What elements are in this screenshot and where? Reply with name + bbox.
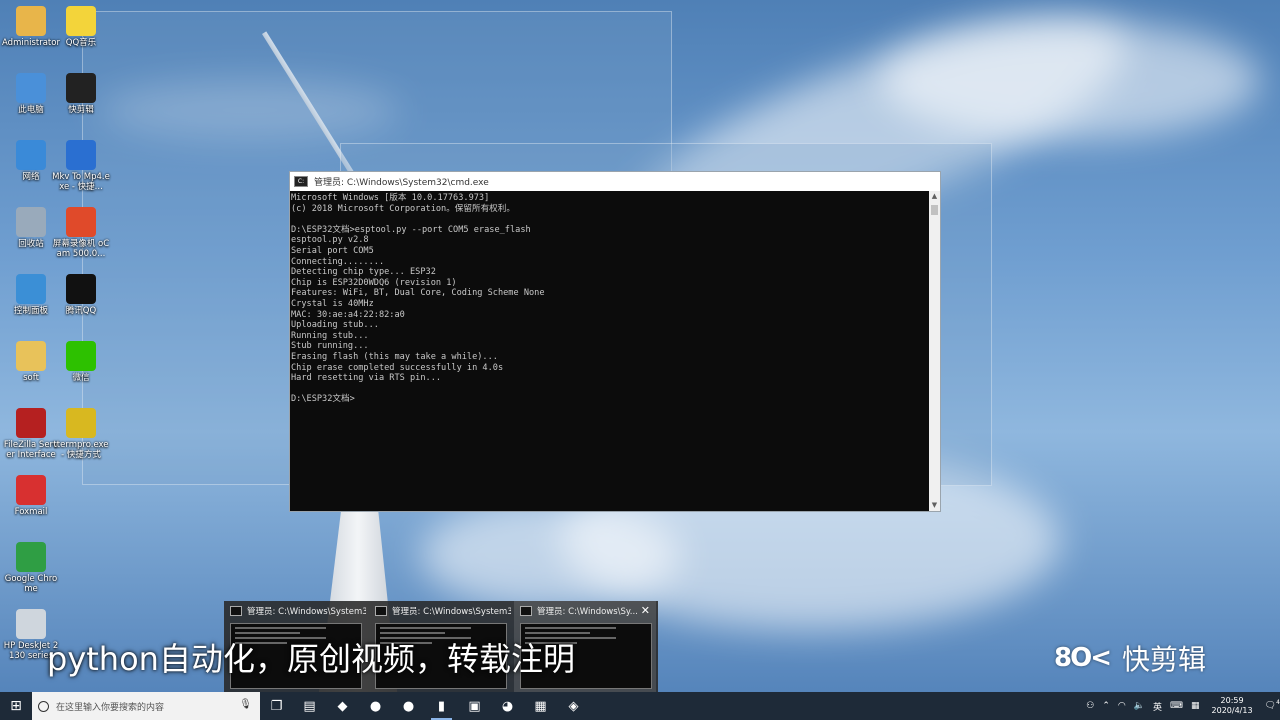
watermark-text: 快剪辑 <box>1121 643 1206 676</box>
search-icon <box>38 700 49 712</box>
teraterm-icon <box>66 408 96 438</box>
kuaijianji-icon <box>66 73 96 103</box>
search-placeholder: 在这里输入你要搜索的内容 <box>56 702 165 713</box>
app-window-icon[interactable]: ▣ <box>458 692 491 720</box>
video-subtitle: python自动化，原创视频，转载注明 <box>47 640 575 678</box>
desktop-icon[interactable]: Mkv To Mp4.exe - 快捷... <box>52 140 110 192</box>
filezilla-icon <box>16 408 46 438</box>
close-icon[interactable]: ✕ <box>641 604 650 617</box>
cmd-line: Crystal is 40MHz <box>291 298 374 309</box>
green-app-icon[interactable]: ● <box>392 692 425 720</box>
microphone-icon[interactable]: 🎙 <box>239 699 252 710</box>
desktop-icon[interactable]: QQ音乐 <box>52 6 110 48</box>
cmd-icon <box>230 606 242 616</box>
cmd-title-bar[interactable]: C: 管理员: C:\Windows\System32\cmd.exe <box>290 172 940 191</box>
user-folder-icon <box>16 6 46 36</box>
desktop-icon[interactable]: 屏幕录像机 oCam 500.0... <box>52 207 110 259</box>
cmd-line: Serial port COM5 <box>291 245 374 256</box>
desktop-icon-label: Foxmail <box>14 507 48 517</box>
red-app-icon[interactable]: ▦ <box>524 692 557 720</box>
notification-icon[interactable]: 🗨 4 <box>1265 699 1280 711</box>
video-converter-icon <box>66 140 96 170</box>
wechat-icon <box>66 341 96 371</box>
cmd-line: Chip is ESP32D0WDQ6 (revision 1) <box>291 277 457 288</box>
cmd-line: Chip erase completed successfully in 4.0… <box>291 362 504 373</box>
desktop-icon[interactable]: Foxmail <box>2 475 60 517</box>
task-view-icon[interactable]: ❐ <box>260 692 293 720</box>
desktop-icon[interactable]: ttermpro.exe - 快捷方式 <box>52 408 110 460</box>
desktop-icon-label: 微信 <box>72 373 90 383</box>
taskbar-apps: ❐ ▤ ◆ ● ● ▮ ▣ ◕ ▦ ◈ <box>260 692 590 720</box>
cmd-line: Erasing flash (this may take a while)... <box>291 351 498 362</box>
chrome-icon <box>16 542 46 572</box>
folder-icon <box>16 341 46 371</box>
cmd-line: D:\ESP32文档>esptool.py --port COM5 erase_… <box>291 224 531 235</box>
cmd-line <box>291 214 928 225</box>
desktop-icon-label: Google Chrome <box>4 574 58 594</box>
calendar-icon[interactable]: ▦ <box>1191 701 1200 711</box>
kuaijianji-logo-icon: 8O< <box>1054 643 1112 673</box>
cmd-line: (c) 2018 Microsoft Corporation。保留所有权利。 <box>291 203 515 214</box>
recycle-bin-icon <box>16 207 46 237</box>
cmd-icon[interactable]: ▮ <box>425 692 458 720</box>
tray-chevron-icon[interactable]: ⌃ <box>1102 701 1110 711</box>
cmd-line: Microsoft Windows [版本 10.0.17763.973] <box>291 193 490 203</box>
cmd-icon: C: <box>294 176 308 187</box>
scroll-up-icon[interactable]: ▲ <box>929 191 940 202</box>
cmd-line: Uploading stub... <box>291 320 379 331</box>
desktop-icon[interactable]: 微信 <box>52 341 110 383</box>
cmd-line: MAC: 30:ae:a4:22:82:a0 <box>291 309 405 320</box>
chrome-icon[interactable]: ● <box>359 692 392 720</box>
app-blue-icon[interactable]: ◆ <box>326 692 359 720</box>
windows-start-icon[interactable]: ⊞ <box>0 692 32 720</box>
desktop-icon-label: 快剪辑 <box>68 105 94 115</box>
wechat-icon[interactable]: ◕ <box>491 692 524 720</box>
desktop-icon-label: QQ音乐 <box>65 38 97 48</box>
cmd-output[interactable]: Microsoft Windows [版本 10.0.17763.973] (c)… <box>290 191 929 511</box>
printer-icon <box>16 609 46 639</box>
ocam-icon <box>66 207 96 237</box>
desktop-icon-label: Mkv To Mp4.exe - 快捷... <box>52 172 110 192</box>
cmd-line <box>291 384 928 395</box>
network-icon <box>16 140 46 170</box>
desktop-icon[interactable]: 快剪辑 <box>52 73 110 115</box>
desktop-icon[interactable]: 腾讯QQ <box>52 274 110 316</box>
desktop-icon-label: 腾讯QQ <box>65 306 97 316</box>
qq-icon <box>66 274 96 304</box>
cmd-icon <box>375 606 387 616</box>
cmd-line: Running stub... <box>291 330 369 341</box>
computer-icon <box>16 73 46 103</box>
cmd-line: Features: WiFi, BT, Dual Core, Coding Sc… <box>291 288 545 299</box>
qq-music-icon <box>66 6 96 36</box>
cmd-line: esptool.py v2.8 <box>291 235 369 246</box>
watermark: 8O< 快剪辑 <box>1054 638 1206 678</box>
cmd-scrollbar[interactable]: ▲ ▼ <box>929 191 940 511</box>
cmd-line: D:\ESP32文档> <box>291 394 355 405</box>
clock[interactable]: 20:59 2020/4/13 <box>1212 696 1253 716</box>
taskbar: ⊞ 在这里输入你要搜索的内容 🎙 ❐ ▤ ◆ ● ● ▮ ▣ ◕ ▦ ◈ ⚇ ⌃ ◠ 🔈 英 ⌨ … <box>0 692 1280 720</box>
input-language[interactable]: 英 <box>1153 700 1162 713</box>
scroll-thumb[interactable] <box>931 205 938 215</box>
foxmail-icon <box>16 475 46 505</box>
cmd-line: Detecting chip type... ESP32 <box>291 267 436 278</box>
cmd-line: Hard resetting via RTS pin... <box>291 373 442 384</box>
cmd-title: 管理员: C:\Windows\System32\cmd.exe <box>314 178 489 188</box>
people-icon[interactable]: ⚇ <box>1086 701 1094 711</box>
cmd-line: Connecting........ <box>291 256 385 267</box>
cmd-line: Stub running... <box>291 341 369 352</box>
cmd-window[interactable]: C: 管理员: C:\Windows\System32\cmd.exe Micr… <box>289 171 941 512</box>
cmd-icon <box>520 606 532 616</box>
scroll-down-icon[interactable]: ▼ <box>929 500 940 511</box>
desktop-icon-label: ttermpro.exe - 快捷方式 <box>53 440 109 460</box>
file-explorer-icon[interactable]: ▤ <box>293 692 326 720</box>
wifi-icon[interactable]: ◠ <box>1118 701 1126 711</box>
network-app-icon[interactable]: ◈ <box>557 692 590 720</box>
control-panel-icon <box>16 274 46 304</box>
system-tray: ⚇ ⌃ ◠ 🔈 英 ⌨ ▦ 20:59 2020/4/13 🗨 4 <box>1082 692 1280 720</box>
taskbar-search[interactable]: 在这里输入你要搜索的内容 🎙 <box>32 692 260 720</box>
desktop-icon[interactable]: Google Chrome <box>2 542 60 594</box>
keyboard-icon[interactable]: ⌨ <box>1170 701 1183 711</box>
volume-icon[interactable]: 🔈 <box>1134 701 1145 711</box>
desktop-icon-label: 屏幕录像机 oCam 500.0... <box>52 239 110 259</box>
